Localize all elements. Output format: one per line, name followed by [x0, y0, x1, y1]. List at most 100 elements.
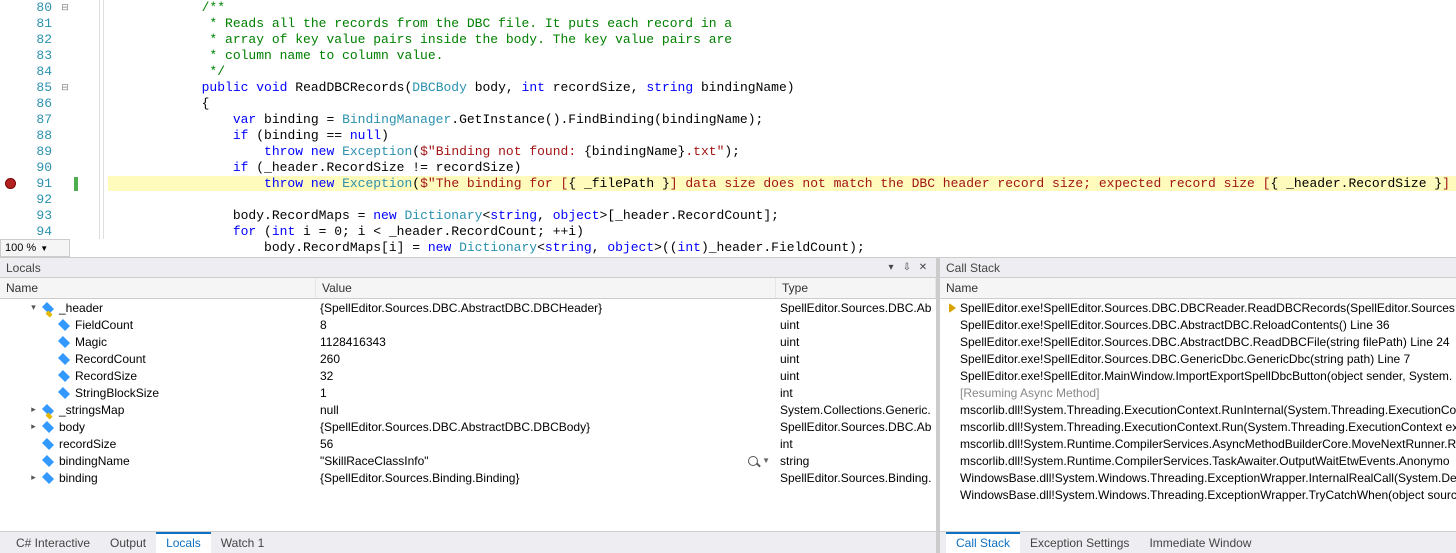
code-line[interactable]: if (binding == null) [108, 128, 1456, 144]
variable-icon [41, 420, 55, 434]
local-variable-row[interactable]: ▸ binding {SpellEditor.Sources.Binding.Bin… [0, 469, 936, 486]
callstack-frame[interactable]: mscorlib.dll!System.Threading.ExecutionC… [940, 401, 1456, 418]
callstack-columns: Name [940, 278, 1456, 299]
local-variable-row[interactable]: ▾_header{SpellEditor.Sources.DBC.Abstrac… [0, 299, 936, 316]
code-line[interactable]: if (_header.RecordSize != recordSize) [108, 160, 1456, 176]
line-number: 82 [20, 32, 58, 48]
line-number: 87 [20, 112, 58, 128]
local-variable-row[interactable]: recordSize56int [0, 435, 936, 452]
variable-icon [57, 352, 71, 366]
local-variable-row[interactable]: bindingName"SkillRaceClassInfo"▼string [0, 452, 936, 469]
local-variable-row[interactable]: StringBlockSize1int [0, 384, 936, 401]
variable-icon [41, 454, 55, 468]
variable-type: uint [776, 335, 936, 349]
chevron-down-icon: ▼ [40, 244, 48, 253]
callstack-frame[interactable]: WindowsBase.dll!System.Windows.Threading… [940, 469, 1456, 486]
code-line[interactable]: * Reads all the records from the DBC fil… [108, 16, 1456, 32]
tab-watch-1[interactable]: Watch 1 [211, 532, 275, 553]
variable-icon [41, 437, 55, 451]
close-icon[interactable]: ✕ [916, 261, 930, 275]
variable-value[interactable]: 260 [320, 352, 340, 366]
breakpoint-icon[interactable] [5, 178, 16, 189]
variable-value[interactable]: {SpellEditor.Sources.DBC.AbstractDBC.DBC… [320, 420, 590, 434]
variable-value[interactable]: 1128416343 [320, 335, 386, 349]
variable-value[interactable]: 56 [320, 437, 333, 451]
variable-type: SpellEditor.Sources.DBC.Ab [776, 420, 936, 434]
zoom-dropdown[interactable]: 100 % ▼ [0, 239, 70, 257]
local-variable-row[interactable]: RecordCount260uint [0, 350, 936, 367]
callstack-frame[interactable]: WindowsBase.dll!System.Windows.Threading… [940, 486, 1456, 503]
expand-toggle[interactable]: ▾ [28, 302, 39, 313]
chevron-down-icon[interactable]: ▼ [762, 456, 770, 465]
tab-output[interactable]: Output [100, 532, 156, 553]
code-line[interactable]: * column name to column value. [108, 48, 1456, 64]
callstack-frame[interactable]: SpellEditor.exe!SpellEditor.Sources.DBC.… [940, 350, 1456, 367]
col-name[interactable]: Name [0, 278, 316, 298]
local-variable-row[interactable]: ▸body{SpellEditor.Sources.DBC.AbstractDB… [0, 418, 936, 435]
variable-value[interactable]: 32 [320, 369, 333, 383]
callstack-frame[interactable]: SpellEditor.exe!SpellEditor.Sources.DBC.… [940, 299, 1456, 316]
code-line[interactable]: /** [108, 0, 1456, 16]
code-line[interactable]: */ [108, 64, 1456, 80]
variable-value[interactable]: 8 [320, 318, 327, 332]
col-value[interactable]: Value [316, 278, 776, 298]
local-variable-row[interactable]: FieldCount8uint [0, 316, 936, 333]
expand-toggle[interactable]: ▸ [28, 472, 39, 483]
variable-value[interactable]: null [320, 403, 339, 417]
tab-locals[interactable]: Locals [156, 532, 211, 553]
variable-name: FieldCount [75, 318, 133, 332]
code-line[interactable] [108, 192, 1456, 208]
variable-name: RecordSize [75, 369, 137, 383]
text-visualizer-icon[interactable] [748, 456, 758, 466]
locals-body[interactable]: ▾_header{SpellEditor.Sources.DBC.Abstrac… [0, 299, 936, 531]
variable-value[interactable]: 1 [320, 386, 327, 400]
expand-toggle[interactable]: ▸ [28, 404, 39, 415]
frame-text: SpellEditor.exe!SpellEditor.Sources.DBC.… [960, 352, 1410, 366]
tab-call-stack[interactable]: Call Stack [946, 532, 1020, 553]
callstack-panel: Call Stack Name SpellEditor.exe!SpellEdi… [940, 258, 1456, 553]
variable-name: binding [59, 471, 98, 485]
callstack-frame[interactable]: SpellEditor.exe!SpellEditor.Sources.DBC.… [940, 333, 1456, 350]
code-line[interactable]: body.RecordMaps = new Dictionary<string,… [108, 208, 1456, 224]
variable-value[interactable]: {SpellEditor.Sources.Binding.Binding} [320, 471, 519, 485]
tab-exception-settings[interactable]: Exception Settings [1020, 532, 1139, 553]
local-variable-row[interactable]: ▸_stringsMapnullSystem.Collections.Gener… [0, 401, 936, 418]
tab-immediate-window[interactable]: Immediate Window [1139, 532, 1261, 553]
expand-toggle[interactable]: ▸ [28, 421, 39, 432]
callstack-frame[interactable]: SpellEditor.exe!SpellEditor.MainWindow.I… [940, 367, 1456, 384]
code-editor[interactable]: 80⊟8182838485⊟86878889909192939495 /** *… [0, 0, 1456, 258]
callstack-frame[interactable]: mscorlib.dll!System.Runtime.CompilerServ… [940, 435, 1456, 452]
code-line[interactable]: public void ReadDBCRecords(DBCBody body,… [108, 80, 1456, 96]
code-line[interactable]: throw new Exception($"Binding not found:… [108, 144, 1456, 160]
variable-type: uint [776, 352, 936, 366]
frame-text: [Resuming Async Method] [960, 386, 1099, 400]
window-position-icon[interactable]: ▾ [884, 261, 898, 275]
fold-toggle[interactable]: ⊟ [58, 80, 72, 96]
editor-code[interactable]: /** * Reads all the records from the DBC… [108, 0, 1456, 256]
callstack-frame[interactable]: mscorlib.dll!System.Threading.ExecutionC… [940, 418, 1456, 435]
fold-toggle[interactable]: ⊟ [58, 0, 72, 16]
code-line[interactable]: throw new Exception($"The binding for [{… [108, 176, 1456, 192]
code-line[interactable]: for (int i = 0; i < _header.RecordCount;… [108, 224, 1456, 240]
pin-icon[interactable]: ⇩ [900, 261, 914, 275]
col-name[interactable]: Name [940, 278, 1456, 298]
line-number: 88 [20, 128, 58, 144]
callstack-frame[interactable]: mscorlib.dll!System.Runtime.CompilerServ… [940, 452, 1456, 469]
breakpoint-margin[interactable] [0, 176, 20, 192]
local-variable-row[interactable]: Magic1128416343uint [0, 333, 936, 350]
code-line[interactable]: { [108, 96, 1456, 112]
variable-type: int [776, 437, 936, 451]
code-line[interactable]: body.RecordMaps[i] = new Dictionary<stri… [108, 240, 1456, 256]
callstack-frame[interactable]: [Resuming Async Method] [940, 384, 1456, 401]
callstack-frame[interactable]: SpellEditor.exe!SpellEditor.Sources.DBC.… [940, 316, 1456, 333]
tab-c-interactive[interactable]: C# Interactive [6, 532, 100, 553]
code-line[interactable]: * array of key value pairs inside the bo… [108, 32, 1456, 48]
code-line[interactable]: var binding = BindingManager.GetInstance… [108, 112, 1456, 128]
callstack-header: Call Stack [940, 258, 1456, 278]
col-type[interactable]: Type [776, 278, 936, 298]
variable-value[interactable]: "SkillRaceClassInfo" [320, 454, 429, 468]
callstack-tabs: Call StackException SettingsImmediate Wi… [940, 531, 1456, 553]
variable-value[interactable]: {SpellEditor.Sources.DBC.AbstractDBC.DBC… [320, 301, 602, 315]
callstack-body[interactable]: SpellEditor.exe!SpellEditor.Sources.DBC.… [940, 299, 1456, 531]
local-variable-row[interactable]: RecordSize32uint [0, 367, 936, 384]
